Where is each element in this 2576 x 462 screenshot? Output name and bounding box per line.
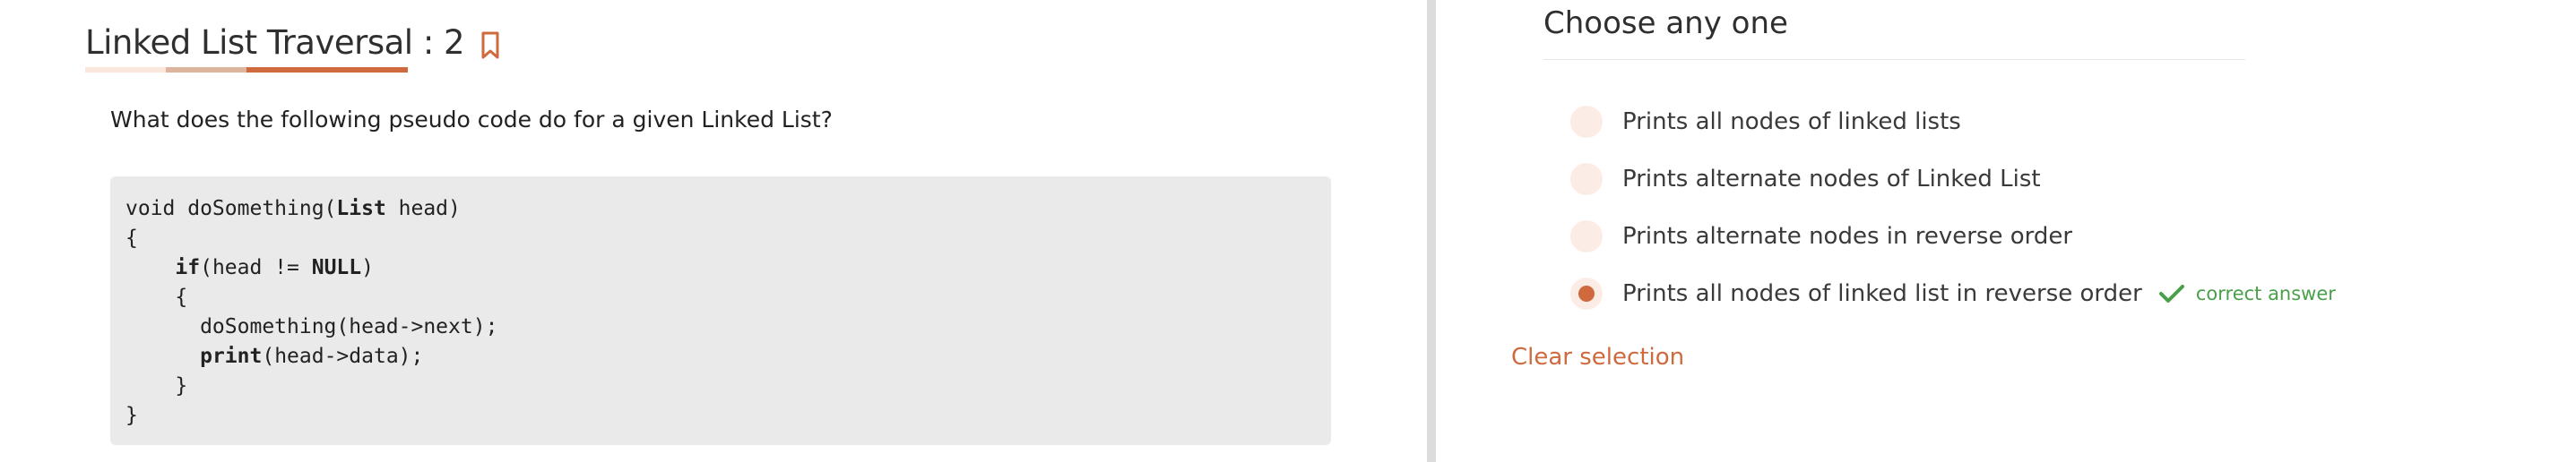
answer-pane: Choose any one Prints all nodes of linke… [1436,0,2576,462]
answer-option-label: Prints all nodes of linked lists [1622,108,1961,135]
code-line: void doSomething(List head) [125,197,461,220]
answer-option-3[interactable]: Prints alternate nodes in reverse order [1570,208,2336,265]
radio-button-selected[interactable] [1570,278,1603,310]
answer-options: Prints all nodes of linked lists Prints … [1570,93,2336,322]
answer-option-2[interactable]: Prints alternate nodes of Linked List [1570,150,2336,208]
progress-segment [246,67,408,73]
radio-selected-dot [1578,286,1595,302]
correct-answer-label: correct answer [2195,283,2336,304]
clear-selection-link[interactable]: Clear selection [1511,344,1684,371]
answer-option-label: Prints alternate nodes in reverse order [1622,223,2073,250]
code-line: if(head != NULL) [175,256,374,279]
progress-segment [166,67,246,73]
question-pane: Linked List Traversal : 2 What does the … [0,0,1425,462]
question-progress-bar [85,67,408,73]
code-line: print(head->data); [200,345,424,368]
code-line: } [125,404,138,427]
radio-button[interactable] [1570,106,1603,138]
code-line: { [125,286,188,309]
pane-divider[interactable] [1427,0,1436,462]
progress-segment [85,67,166,73]
check-icon [2158,283,2185,304]
heading-divider [1543,59,2245,60]
code-line: { [125,227,138,250]
answer-option-1[interactable]: Prints all nodes of linked lists [1570,93,2336,150]
answer-option-label: Prints alternate nodes of Linked List [1622,166,2041,192]
question-title: Linked List Traversal : 2 [85,23,465,62]
code-line: } [125,374,188,398]
quiz-page: Linked List Traversal : 2 What does the … [0,0,2576,462]
question-prompt: What does the following pseudo code do f… [110,107,833,133]
answer-option-label: Prints all nodes of linked list in rever… [1622,280,2142,307]
code-block: void doSomething(List head) { if(head !=… [110,176,1331,445]
code-line: doSomething(head->next); [125,315,498,338]
answer-option-4[interactable]: Prints all nodes of linked list in rever… [1570,265,2336,322]
answers-heading: Choose any one [1543,5,1788,41]
radio-button[interactable] [1570,220,1603,252]
bookmark-icon[interactable] [480,31,500,60]
radio-button[interactable] [1570,163,1603,195]
question-header: Linked List Traversal : 2 [85,23,500,62]
correct-answer-indicator: correct answer [2158,283,2336,304]
